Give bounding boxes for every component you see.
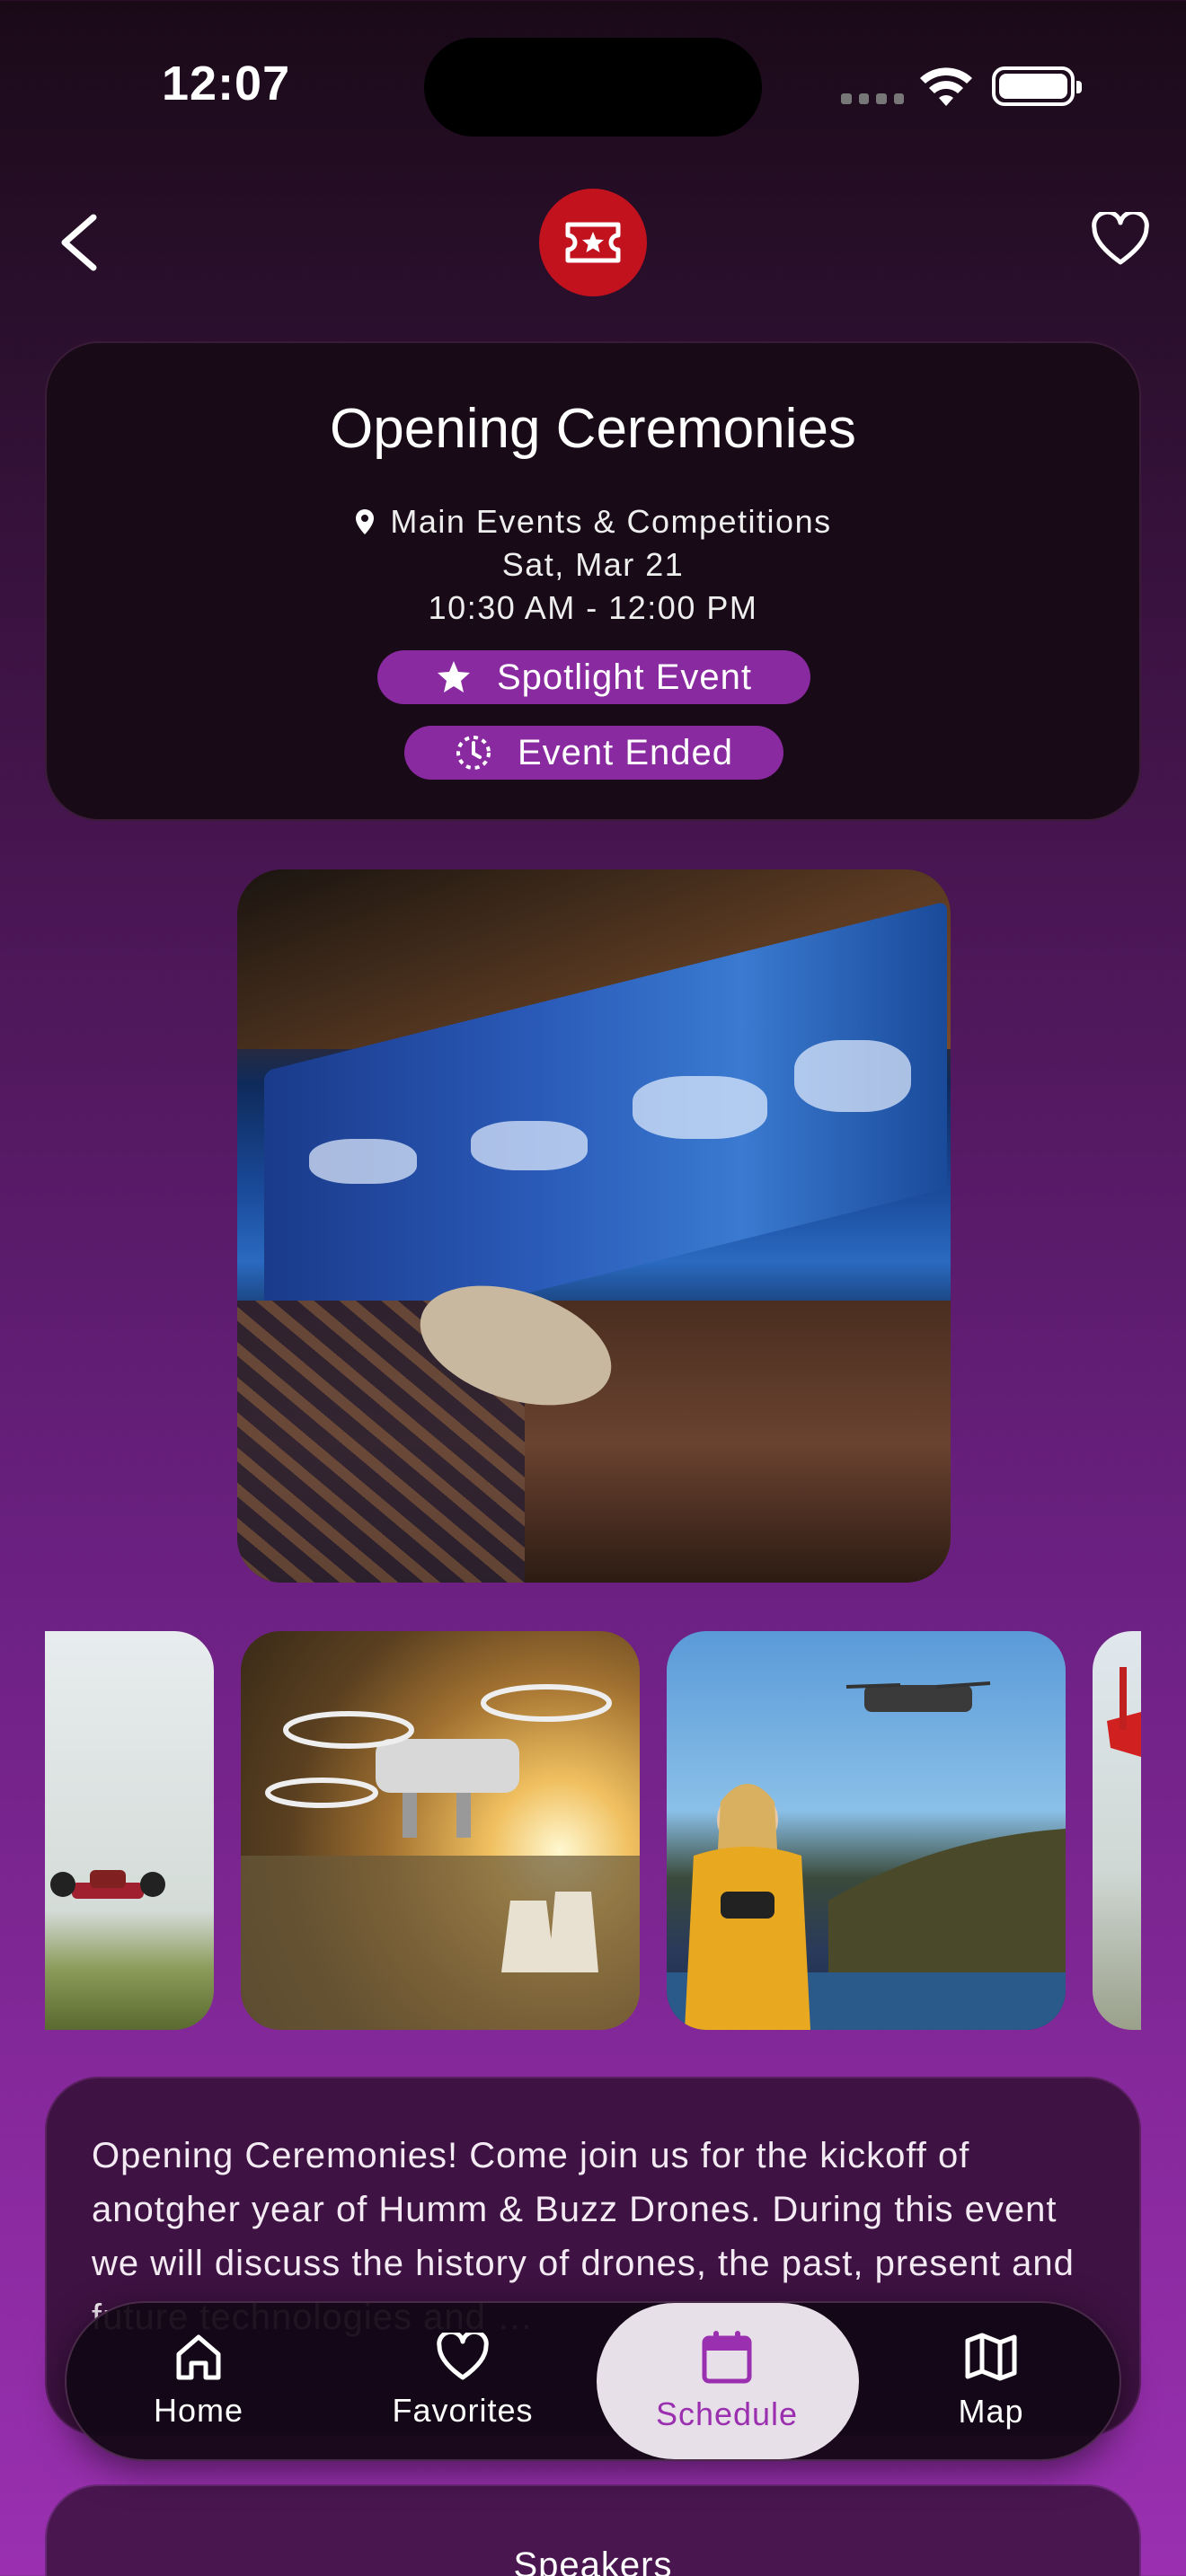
wifi-icon bbox=[920, 67, 972, 106]
dynamic-island bbox=[424, 38, 762, 137]
speakers-title: Speakers bbox=[513, 2545, 673, 2576]
event-title: Opening Ceremonies bbox=[330, 398, 856, 460]
event-hero-image[interactable] bbox=[237, 869, 951, 1583]
bottom-tab-bar: Home Favorites Schedule Map bbox=[65, 2301, 1121, 2461]
event-ended-tag: Event Ended bbox=[404, 726, 783, 780]
location-pin-icon bbox=[356, 509, 375, 534]
gallery-thumbnail[interactable] bbox=[1093, 1631, 1141, 2030]
star-icon bbox=[437, 661, 470, 693]
battery-icon bbox=[992, 66, 1082, 106]
event-location-label: Main Events & Competitions bbox=[390, 503, 832, 540]
ticket-star-icon bbox=[565, 222, 621, 263]
tab-schedule-label: Schedule bbox=[655, 2395, 799, 2432]
gallery-thumbnail[interactable] bbox=[45, 1631, 214, 2030]
tab-favorites-label: Favorites bbox=[392, 2392, 534, 2429]
tab-home[interactable]: Home bbox=[66, 2303, 331, 2459]
map-icon bbox=[965, 2333, 1017, 2381]
event-date: Sat, Mar 21 bbox=[501, 546, 685, 583]
event-location: Main Events & Competitions bbox=[47, 503, 1139, 541]
gallery-thumbnail[interactable] bbox=[667, 1631, 1066, 2030]
cellular-signal-icon bbox=[841, 93, 904, 104]
favorite-heart-icon[interactable] bbox=[1091, 212, 1150, 268]
status-time: 12:07 bbox=[162, 57, 291, 110]
tab-schedule[interactable]: Schedule bbox=[595, 2303, 859, 2459]
tab-home-label: Home bbox=[153, 2392, 244, 2429]
tab-favorites[interactable]: Favorites bbox=[331, 2303, 595, 2459]
tab-map[interactable]: Map bbox=[859, 2303, 1123, 2459]
tab-map-label: Map bbox=[958, 2393, 1024, 2430]
home-icon bbox=[176, 2334, 221, 2380]
heart-icon bbox=[437, 2333, 489, 2380]
event-type-badge bbox=[539, 189, 647, 296]
event-ended-label: Event Ended bbox=[517, 732, 734, 772]
clock-dashed-icon bbox=[456, 736, 491, 770]
calendar-icon bbox=[702, 2331, 752, 2384]
speakers-card[interactable]: Speakers bbox=[45, 2484, 1141, 2576]
event-time-range: 10:30 AM - 12:00 PM bbox=[428, 589, 758, 626]
back-chevron-icon[interactable] bbox=[54, 212, 104, 273]
spotlight-event-label: Spotlight Event bbox=[496, 657, 753, 697]
event-info-card: Opening Ceremonies Main Events & Competi… bbox=[45, 341, 1141, 821]
gallery-thumbnail[interactable] bbox=[241, 1631, 640, 2030]
spotlight-event-tag: Spotlight Event bbox=[377, 650, 810, 704]
